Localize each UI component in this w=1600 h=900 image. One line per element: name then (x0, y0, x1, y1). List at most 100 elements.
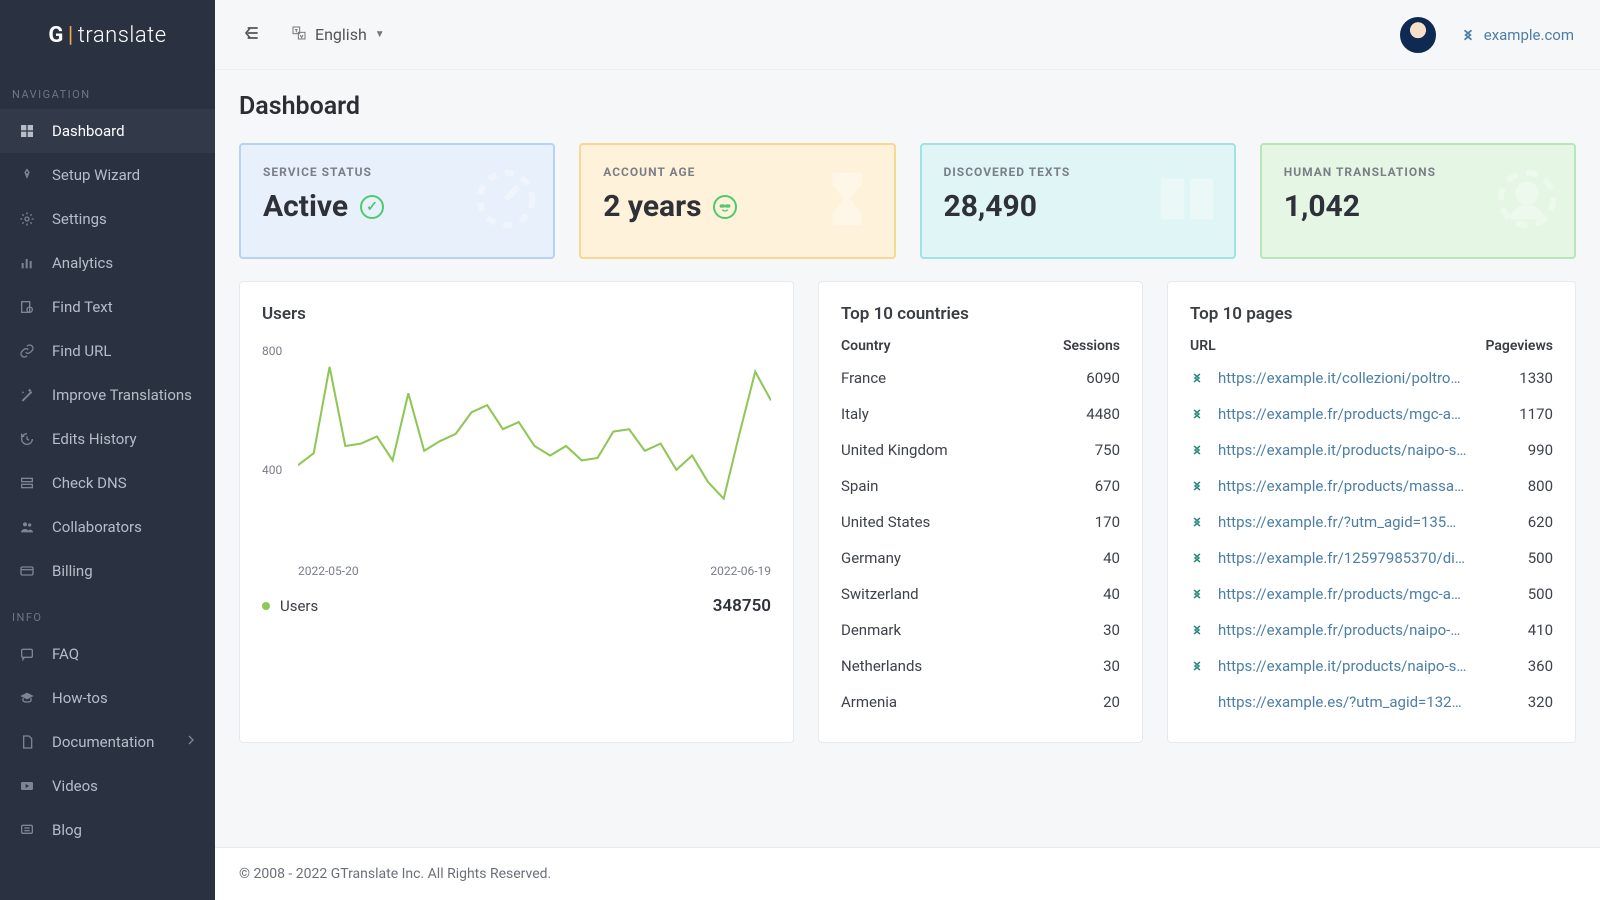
card-human-translations: HUMAN TRANSLATIONS 1,042 (1260, 143, 1576, 259)
domain-selector[interactable]: example.com (1460, 26, 1574, 44)
table-row: https://example.es/?utm_agid=132…320 (1190, 684, 1553, 720)
nav-item-billing[interactable]: Billing (0, 549, 215, 593)
table-row: Denmark30 (841, 612, 1120, 648)
legend-label: Users (280, 597, 318, 615)
nav-section-navigation: NAVIGATION (0, 70, 215, 109)
content: Dashboard SERVICE STATUS Active ✓ ACCOUN… (215, 70, 1600, 765)
nav-item-settings[interactable]: Settings (0, 197, 215, 241)
nav-label: Edits History (52, 430, 137, 448)
country-name: France (841, 369, 886, 387)
table-row: https://example.fr/products/mgc-a… 1170 (1190, 396, 1553, 432)
table-row: France6090 (841, 360, 1120, 396)
page-url-link[interactable]: https://example.fr/products/mgc-a… (1218, 585, 1461, 603)
x-tick-start: 2022-05-20 (298, 564, 359, 578)
nav-item-faq[interactable]: FAQ (0, 632, 215, 676)
page-url-link[interactable]: https://example.fr/12597985370/di… (1218, 549, 1465, 567)
user-avatar[interactable] (1400, 17, 1436, 53)
pageview-count: 410 (1528, 621, 1553, 639)
pageview-count: 800 (1528, 477, 1553, 495)
session-count: 30 (1103, 657, 1120, 675)
brand-logo[interactable]: G | translate (0, 0, 215, 70)
nav-item-analytics[interactable]: Analytics (0, 241, 215, 285)
gear-icon (16, 211, 38, 227)
nav-label: Billing (52, 562, 93, 580)
table-row: Netherlands30 (841, 648, 1120, 684)
nav-item-edits-history[interactable]: Edits History (0, 417, 215, 461)
topbar: English ▼ example.com (215, 0, 1600, 70)
nav-label: Setup Wizard (52, 166, 140, 184)
table-row: Germany 40 (841, 540, 1120, 576)
page-favicon-icon (1190, 443, 1204, 457)
nav-item-dashboard[interactable]: Dashboard (0, 109, 215, 153)
page-url-link[interactable]: https://example.fr/products/massa… (1218, 477, 1464, 495)
nav-label: Analytics (52, 254, 113, 272)
nav-label: Find Text (52, 298, 113, 316)
server-icon (16, 475, 38, 491)
page-favicon-icon (1190, 407, 1204, 421)
page-url-link[interactable]: https://example.it/products/naipo-s… (1218, 657, 1466, 675)
nav-label: Find URL (52, 342, 111, 360)
session-count: 40 (1103, 549, 1120, 567)
table-row: United States170 (841, 504, 1120, 540)
table-row: https://example.it/products/naipo-s… 990 (1190, 432, 1553, 468)
nav-section-info: INFO (0, 593, 215, 632)
pageview-count: 500 (1528, 549, 1553, 567)
card-account-age: ACCOUNT AGE 2 years (579, 143, 895, 259)
chevron-right-icon (183, 732, 199, 752)
page-url-link[interactable]: https://example.fr/products/mgc-a… (1218, 405, 1461, 423)
book-icon (1152, 164, 1222, 238)
table-row: https://example.fr/products/massa… 800 (1190, 468, 1553, 504)
legend-dot-icon (262, 602, 270, 610)
page-url-link[interactable]: https://example.es/?utm_agid=132… (1218, 693, 1462, 711)
pageview-count: 1170 (1519, 405, 1553, 423)
link-icon (16, 343, 38, 359)
nav-item-collaborators[interactable]: Collaborators (0, 505, 215, 549)
nav-label: Documentation (52, 733, 154, 751)
panel-title: Top 10 pages (1190, 304, 1553, 324)
language-selector[interactable]: English ▼ (291, 25, 385, 45)
pageview-count: 990 (1528, 441, 1553, 459)
stat-cards: SERVICE STATUS Active ✓ ACCOUNT AGE 2 ye… (239, 143, 1576, 259)
page-url-link[interactable]: https://example.it/products/naipo-s… (1218, 441, 1466, 459)
page-url-link[interactable]: https://example.fr/?utm_agid=135… (1218, 513, 1456, 531)
table-row: https://example.fr/products/naipo-s… 410 (1190, 612, 1553, 648)
rocket-icon (16, 167, 38, 183)
collapse-sidebar-button[interactable] (241, 23, 261, 47)
chart-svg (298, 338, 771, 554)
nav-item-improve-translations[interactable]: Improve Translations (0, 373, 215, 417)
nav-item-videos[interactable]: Videos (0, 764, 215, 808)
country-name: Germany (841, 549, 901, 567)
col-country: Country (841, 338, 891, 354)
check-circle-icon: ✓ (360, 195, 384, 219)
headset-icon (1492, 164, 1562, 238)
nav-label: How-tos (52, 689, 108, 707)
nav-item-find-text[interactable]: Find Text (0, 285, 215, 329)
col-sessions: Sessions (1063, 338, 1120, 354)
legend-total: 348750 (713, 596, 771, 616)
nav-item-howtos[interactable]: How-tos (0, 676, 215, 720)
analytics-icon (16, 255, 38, 271)
find-text-icon (16, 299, 38, 315)
nav-item-setup-wizard[interactable]: Setup Wizard (0, 153, 215, 197)
nav-item-documentation[interactable]: Documentation (0, 720, 215, 764)
nav-item-find-url[interactable]: Find URL (0, 329, 215, 373)
col-pageviews: Pageviews (1485, 338, 1553, 354)
country-name: Denmark (841, 621, 901, 639)
page-url-link[interactable]: https://example.it/collezioni/poltron… (1218, 369, 1468, 387)
table-row: Italy4480 (841, 396, 1120, 432)
nav-item-check-dns[interactable]: Check DNS (0, 461, 215, 505)
session-count: 20 (1103, 693, 1120, 711)
session-count: 750 (1095, 441, 1120, 459)
nav-item-blog[interactable]: Blog (0, 808, 215, 852)
copyright: © 2008 - 2022 GTranslate Inc. All Rights… (239, 866, 551, 882)
domain-icon (1460, 27, 1476, 43)
card-value: Active (263, 189, 348, 224)
table-row: https://example.it/products/naipo-s…360 (1190, 648, 1553, 684)
page-url-link[interactable]: https://example.fr/products/naipo-s… (1218, 621, 1468, 639)
page-favicon-icon (1190, 515, 1204, 529)
col-url: URL (1190, 338, 1216, 354)
panel-title: Top 10 countries (841, 304, 1120, 324)
graduation-cap-icon (16, 690, 38, 706)
panel-countries: Top 10 countries Country Sessions France… (818, 281, 1143, 743)
main: English ▼ example.com Dashboard SERVICE … (215, 0, 1600, 900)
